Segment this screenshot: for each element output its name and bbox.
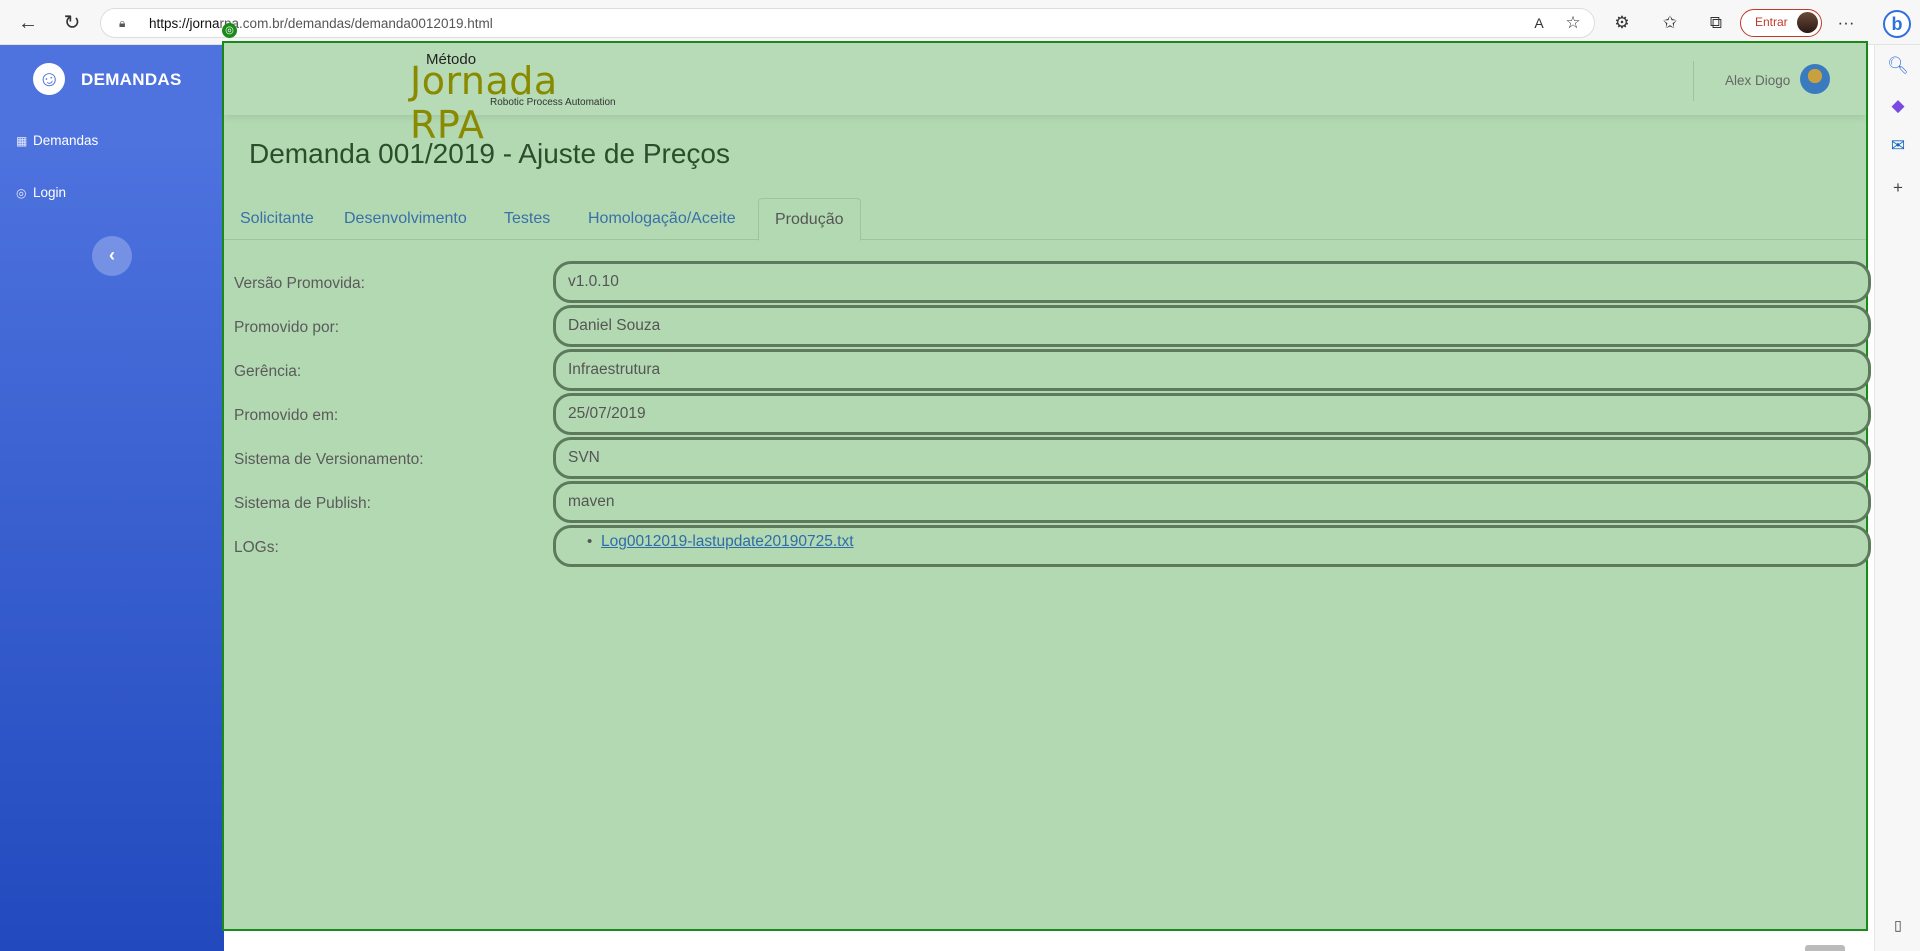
logs-box: • Log0012019-lastupdate20190725.txt: [553, 525, 1871, 567]
address-bar[interactable]: 🔒︎ https://jornarpa.com.br/demandas/dema…: [100, 8, 1595, 38]
laugh-wink-icon: ☺: [29, 59, 69, 99]
topbar: Método Jornada RPA Robotic Process Autom…: [224, 43, 1866, 147]
sign-in-label: Entrar: [1755, 15, 1788, 29]
scroll-to-top-button[interactable]: [1805, 945, 1845, 951]
field-label: Gerência:: [234, 363, 302, 380]
publish-field[interactable]: maven: [553, 481, 1871, 523]
sidebar-item-login[interactable]: ◎ Login: [16, 185, 66, 205]
tab-producao[interactable]: Produção: [758, 198, 861, 241]
favorite-add-icon[interactable]: ☆: [1561, 11, 1585, 35]
add-icon[interactable]: +: [1886, 176, 1910, 200]
promovido-em-field[interactable]: 25/07/2019: [553, 393, 1871, 435]
favorites-icon[interactable]: ✩: [1658, 11, 1682, 35]
field-label: Sistema de Publish:: [234, 495, 371, 512]
target-icon: ◎: [222, 23, 237, 38]
log-link[interactable]: Log0012019-lastupdate20190725.txt: [601, 532, 854, 552]
collections-icon[interactable]: ⧉: [1704, 11, 1728, 35]
back-arrow-icon[interactable]: ←: [14, 9, 42, 37]
search-icon[interactable]: 🔍︎: [1886, 54, 1910, 78]
logo-subtitle: Robotic Process Automation: [490, 97, 616, 108]
user-circle-icon: ◎: [16, 186, 27, 200]
divider: [1693, 61, 1694, 101]
table-icon: ▦: [16, 134, 28, 148]
refresh-icon[interactable]: ↻: [58, 9, 86, 37]
tab-solicitante[interactable]: Solicitante: [224, 198, 330, 240]
bing-copilot-icon[interactable]: b: [1883, 10, 1911, 38]
edge-sidebar: 🔍︎ ◆ ✉ + ▯: [1874, 45, 1920, 951]
tab-testes[interactable]: Testes: [488, 198, 566, 240]
sidebar-item-label: Demandas: [33, 133, 99, 148]
read-aloud-icon[interactable]: A: [1527, 11, 1551, 35]
url-text[interactable]: https://jornarpa.com.br/demandas/demanda…: [149, 16, 493, 31]
outlook-icon[interactable]: ✉: [1886, 134, 1910, 158]
list-bullet: •: [587, 533, 593, 550]
side-panel-toggle-icon[interactable]: ▯: [1886, 913, 1910, 937]
main-content: Método Jornada RPA Robotic Process Autom…: [222, 41, 1871, 931]
versao-field[interactable]: v1.0.10: [553, 261, 1871, 303]
field-label: Promovido por:: [234, 319, 340, 336]
sidebar-item-label: Login: [33, 185, 67, 200]
tab-homologacao[interactable]: Homologação/Aceite: [572, 198, 752, 240]
avatar[interactable]: [1800, 64, 1830, 94]
tab-bar: Solicitante Desenvolvimento Testes Homol…: [224, 198, 1866, 241]
sidebar-item-demandas[interactable]: ▦ Demandas: [16, 133, 98, 153]
versionamento-field[interactable]: SVN: [553, 437, 1871, 479]
sidebar: ☺ DEMANDAS ▦ Demandas ◎ Login ‹: [0, 45, 224, 951]
field-label: Promovido em:: [234, 407, 339, 424]
field-label: Versão Promovida:: [234, 275, 365, 292]
logo: Método Jornada RPA Robotic Process Autom…: [410, 51, 630, 147]
browser-toolbar: ← ↻ 🔒︎ https://jornarpa.com.br/demandas/…: [0, 0, 1920, 45]
sign-in-button[interactable]: Entrar: [1740, 9, 1822, 37]
brand-text: DEMANDAS: [81, 70, 182, 89]
more-menu-icon[interactable]: ···: [1834, 11, 1858, 35]
field-label: Sistema de Versionamento:: [234, 451, 424, 468]
office-icon[interactable]: ◆: [1886, 94, 1910, 118]
promovido-por-field[interactable]: Daniel Souza: [553, 305, 1871, 347]
gerencia-field[interactable]: Infraestrutura: [553, 349, 1871, 391]
sidebar-toggle-button[interactable]: ‹: [92, 236, 132, 276]
extensions-icon[interactable]: ⚙: [1610, 11, 1634, 35]
profile-avatar-icon: [1797, 12, 1818, 33]
tab-desenvolvimento[interactable]: Desenvolvimento: [328, 198, 483, 240]
page-footer: [224, 931, 1874, 951]
lock-icon[interactable]: 🔒︎: [119, 16, 133, 30]
user-name[interactable]: Alex Diogo: [1725, 73, 1790, 88]
logs-label: LOGs:: [234, 539, 279, 556]
page-title: Demanda 001/2019 - Ajuste de Preços: [249, 138, 730, 169]
